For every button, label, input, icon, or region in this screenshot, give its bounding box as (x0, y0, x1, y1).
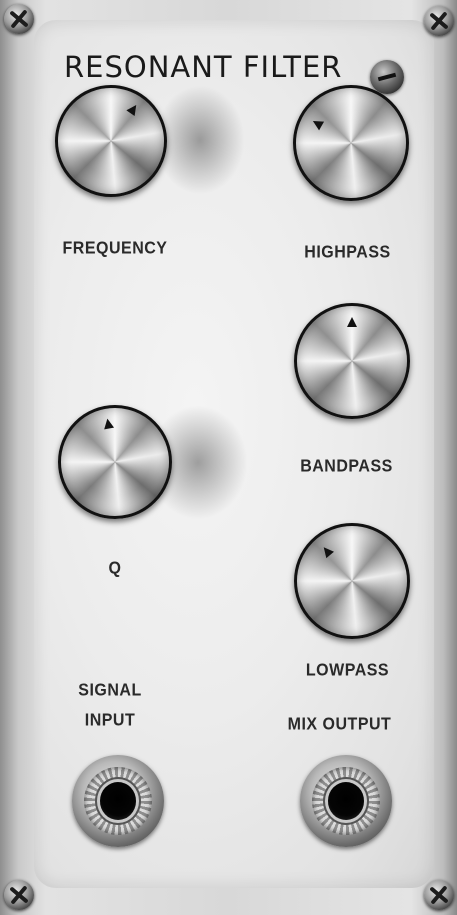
knob-shadow (155, 85, 245, 195)
knob-icon (294, 523, 410, 639)
knob-icon (55, 85, 167, 197)
panel-title: RESONANT FILTER (64, 50, 343, 84)
mix-output-label: MIX OUTPUT (287, 715, 392, 734)
signal-input-label-line1: SIGNAL (78, 681, 142, 700)
knob-icon (294, 303, 410, 419)
frequency-label: FREQUENCY (62, 239, 168, 258)
signal-input-label-line2: INPUT (84, 711, 136, 730)
screw-icon (424, 6, 454, 36)
screw-icon (4, 880, 34, 910)
knob-icon (58, 405, 172, 519)
signal-input-jack[interactable] (72, 755, 164, 847)
screw-icon (4, 4, 34, 34)
highpass-label: HIGHPASS (304, 243, 391, 262)
lowpass-label: LOWPASS (305, 661, 390, 680)
q-label: Q (108, 559, 122, 578)
trim-screw-icon (370, 60, 404, 94)
knob-icon (293, 85, 409, 201)
screw-icon (424, 880, 454, 910)
mix-output-jack[interactable] (300, 755, 392, 847)
bandpass-label: BANDPASS (300, 457, 393, 476)
